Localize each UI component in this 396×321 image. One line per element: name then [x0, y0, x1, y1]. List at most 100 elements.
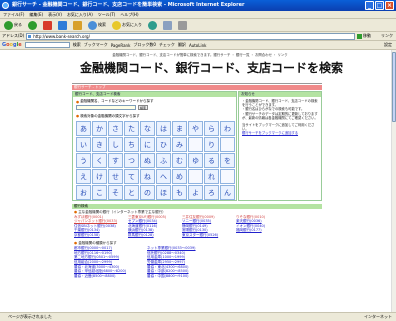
google-pagerank[interactable]: PageRank — [111, 43, 131, 48]
minimize-button[interactable]: _ — [365, 1, 374, 10]
major-banks-list: みずほ銀行(0001) 三菱東京UFJ銀行(0005) 三井住友銀行(0009) りそ… — [74, 215, 324, 238]
kana-button[interactable]: め — [172, 169, 187, 184]
bank-link[interactable]: 群馬銀行(0128) — [128, 233, 180, 238]
kana-button[interactable]: や — [188, 121, 203, 136]
menu-help[interactable]: ヘルプ(H) — [120, 11, 138, 18]
refresh-button[interactable] — [56, 20, 69, 31]
kana-button[interactable]: も — [172, 185, 187, 200]
kana-button[interactable]: せ — [108, 169, 123, 184]
scrollbar-thumb[interactable] — [392, 52, 396, 122]
kana-button — [188, 169, 203, 184]
kana-button[interactable]: へ — [156, 169, 171, 184]
address-input[interactable]: http://www.bank-search.org/ — [26, 32, 355, 40]
kana-button[interactable]: わ — [220, 121, 235, 136]
kana-button[interactable]: は — [156, 121, 171, 136]
window-title: 銀行サーチ - 金融機関コード、銀行コード、支店コードを簡単検索 - Micro… — [12, 2, 245, 8]
kana-button[interactable]: き — [92, 137, 107, 152]
window-controls: _ □ × — [365, 1, 394, 10]
google-check-button[interactable]: チェック — [159, 42, 175, 48]
security-zone: インターネット — [364, 314, 392, 319]
kana-button[interactable]: ろ — [204, 185, 219, 200]
search-button[interactable]: 検索 — [86, 20, 108, 31]
kana-button[interactable]: ま — [172, 121, 187, 136]
kana-button[interactable]: ね — [140, 169, 155, 184]
top-links[interactable]: 金融機関コード、銀行コード、支店コードが簡単に検索できます。銀行サーチ ・ 銀行… — [80, 52, 320, 57]
kana-button[interactable]: す — [108, 153, 123, 168]
kana-button[interactable]: に — [140, 137, 155, 152]
home-button[interactable] — [71, 20, 84, 31]
kana-button[interactable]: て — [124, 169, 139, 184]
kana-button[interactable]: う — [76, 153, 91, 168]
kana-button[interactable]: お — [76, 185, 91, 200]
kana-button[interactable]: ち — [124, 137, 139, 152]
history-button[interactable] — [146, 20, 159, 31]
mail-button[interactable] — [161, 20, 174, 31]
bullet-icon: ● — [76, 99, 80, 104]
bookmark-link[interactable]: 銀行サーチをブックマークに追加する — [242, 131, 318, 135]
menu-favorites[interactable]: お気に入り(A) — [67, 11, 93, 18]
google-autolink-button[interactable]: AutoLink — [189, 43, 206, 48]
kana-button[interactable]: り — [204, 137, 219, 152]
links-button[interactable]: リンク — [381, 33, 393, 39]
star-icon — [112, 20, 121, 30]
kana-button[interactable]: ら — [204, 121, 219, 136]
kana-button[interactable]: ゆ — [188, 153, 203, 168]
kana-button[interactable]: こ — [92, 185, 107, 200]
kana-button[interactable]: ひ — [156, 137, 171, 152]
notice-text: ・金融機関コード、銀行コード、支店コードの検索を行うことができます。 ・銀行名は… — [239, 97, 321, 138]
search-label: 検索 — [98, 22, 106, 27]
favorites-button[interactable]: お気に入り — [110, 20, 144, 31]
kana-button[interactable]: そ — [108, 185, 123, 200]
back-button[interactable]: 戻る — [2, 20, 24, 31]
kana-button[interactable]: あ — [76, 121, 91, 136]
google-search-input[interactable] — [24, 42, 70, 48]
menu-file[interactable]: ファイル(F) — [3, 11, 24, 18]
kana-button[interactable]: た — [124, 121, 139, 136]
kana-button[interactable]: つ — [124, 153, 139, 168]
kana-button[interactable]: る — [204, 153, 219, 168]
kana-button[interactable]: ん — [220, 185, 235, 200]
google-bookmark-button[interactable]: ブックマーク — [84, 42, 108, 48]
google-settings-button[interactable]: 設定 — [384, 42, 392, 48]
keyword-search-text: 金融機関名、コードなどのキーワードから探す — [80, 99, 154, 103]
google-search-button[interactable]: 検索 — [73, 42, 81, 48]
close-button[interactable]: × — [385, 1, 394, 10]
maximize-button[interactable]: □ — [375, 1, 384, 10]
kana-button[interactable]: さ — [108, 121, 123, 136]
kana-button[interactable]: の — [140, 185, 155, 200]
bank-link[interactable]: 京都銀行(0158) — [74, 233, 126, 238]
menu-edit[interactable]: 編集(E) — [29, 11, 43, 18]
menu-view[interactable]: 表示(V) — [48, 11, 62, 18]
google-translate-button[interactable]: 翻訳 — [178, 42, 186, 48]
print-button[interactable] — [176, 20, 189, 31]
google-popup-blocker[interactable]: ブロック数0 — [133, 42, 156, 48]
print-icon — [178, 20, 187, 30]
kana-button[interactable]: な — [140, 121, 155, 136]
kana-button[interactable]: む — [172, 153, 187, 168]
kana-button[interactable]: ぬ — [140, 153, 155, 168]
bank-type-link[interactable]: 農協・近畿(8500〜8800) — [74, 274, 144, 279]
kana-button[interactable]: け — [92, 169, 107, 184]
keyword-input[interactable] — [76, 105, 136, 110]
bank-type-link[interactable]: 農協・中国(8800〜9100) — [147, 274, 217, 279]
kana-button[interactable]: と — [124, 185, 139, 200]
keyword-search-button[interactable]: 検索 — [138, 105, 148, 110]
bank-link[interactable]: 東京スター銀行(0526) — [182, 233, 234, 238]
kana-button[interactable]: ほ — [156, 185, 171, 200]
kana-button[interactable]: え — [76, 169, 91, 184]
menu-tools[interactable]: ツール(T) — [98, 11, 116, 18]
kana-button[interactable]: く — [92, 153, 107, 168]
bank-section-header: 銀行検索 — [72, 204, 322, 209]
vertical-scrollbar[interactable] — [391, 50, 396, 312]
forward-button[interactable] — [26, 20, 39, 31]
go-button[interactable]: 移動 — [357, 33, 379, 40]
kana-button[interactable]: れ — [204, 169, 219, 184]
kana-button[interactable]: よ — [188, 185, 203, 200]
kana-button[interactable]: か — [92, 121, 107, 136]
kana-button[interactable]: ふ — [156, 153, 171, 168]
kana-button[interactable]: を — [220, 153, 235, 168]
kana-button[interactable]: い — [76, 137, 91, 152]
stop-button[interactable] — [41, 20, 54, 31]
kana-button[interactable]: し — [108, 137, 123, 152]
kana-button[interactable]: み — [172, 137, 187, 152]
